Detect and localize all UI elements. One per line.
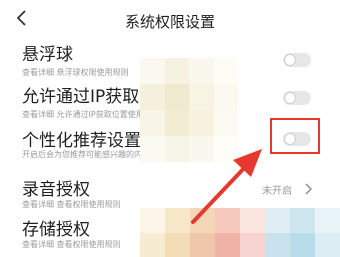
setting-subtitle: 查看详细 查看权限使用规则: [22, 240, 121, 249]
setting-subtitle: 查看详细 悬浮球权限使用规则: [22, 68, 129, 77]
setting-title: 个性化推荐设置: [22, 131, 141, 151]
ip-location-toggle[interactable]: [283, 91, 311, 105]
setting-title: 悬浮球: [22, 45, 73, 65]
setting-subtitle: 开启后会为您推荐可能感兴趣的内容: [22, 150, 150, 159]
pixel-mosaic-overlay: [140, 58, 238, 162]
setting-subtitle: 查看详细 查看权限使用规则: [22, 200, 121, 209]
setting-title: 录音授权: [22, 180, 90, 200]
toggle-knob: [285, 55, 295, 65]
permission-status: 未开启: [262, 186, 292, 197]
toggle-knob: [285, 93, 295, 103]
floating-ball-toggle[interactable]: [283, 53, 311, 67]
setting-title: 存储授权: [22, 220, 90, 240]
page-title: 系统权限设置: [124, 13, 215, 31]
pixel-mosaic-overlay: [140, 208, 340, 257]
annotation-highlight-box: [270, 118, 320, 154]
chevron-right-icon: [305, 183, 312, 195]
